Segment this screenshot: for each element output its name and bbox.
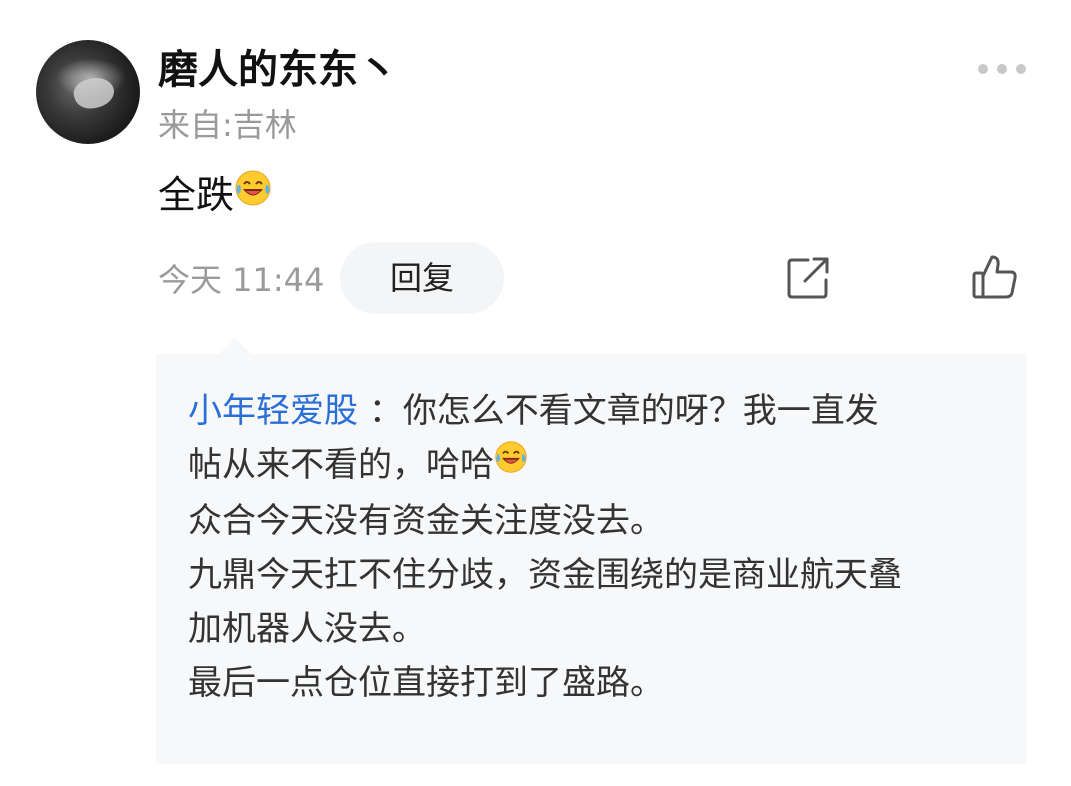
username[interactable]: 磨人的东东丶 [158,44,398,96]
thumbs-up-icon[interactable] [970,252,1020,302]
comment-content: 全跌 [158,170,272,223]
quote-line: 九鼎今天扛不住分歧，资金围绕的是商业航天叠 [188,554,902,595]
avatar[interactable] [36,40,140,144]
quote-separator: ： [368,391,403,431]
share-icon[interactable] [784,254,832,302]
more-dot [997,64,1007,74]
comment-time: 今天 11:44 [158,261,325,299]
quote-line: 最后一点仓位直接打到了盛路。 [188,662,664,703]
quote-line: 众合今天没有资金关注度没去。 [188,500,664,541]
comment-card: 磨人的东东丶 来自:吉林 全跌 今天 11:44 回复 小年轻爱股 ：你怎么不看… [0,0,1071,786]
laughing-tears-emoji-icon [234,169,272,219]
quote-author[interactable]: 小年轻爱股 [188,391,358,431]
quote-line-text: 帖从来不看的，哈哈 [188,445,494,485]
quoted-reply-text: 小年轻爱股 ：你怎么不看文章的呀？我一直发 帖从来不看的，哈哈 众合今天没有资金… [188,384,1018,710]
quote-line-text: 你怎么不看文章的呀？我一直发 [402,391,879,431]
reply-button[interactable]: 回复 [340,242,504,314]
more-dot [978,64,988,74]
more-dots-icon[interactable] [978,62,1026,76]
laughing-tears-emoji-icon [494,436,528,490]
quote-line: 帖从来不看的，哈哈 [188,438,1018,494]
comment-text: 全跌 [158,173,235,217]
quote-line: 小年轻爱股 ：你怎么不看文章的呀？我一直发 [188,384,1018,438]
more-dot [1016,64,1026,74]
quote-pointer [218,338,252,355]
location-label: 来自:吉林 [158,106,297,144]
quote-line: 加机器人没去。 [188,608,426,649]
